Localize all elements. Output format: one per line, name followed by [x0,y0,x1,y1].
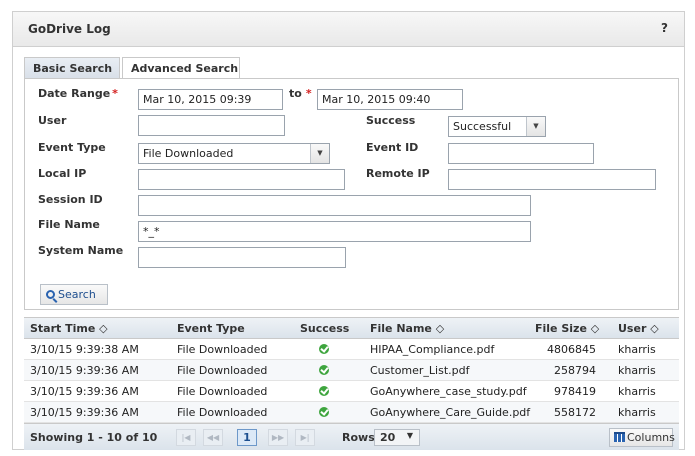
prev-page-button[interactable]: ◀◀ [203,429,223,446]
date-to-field[interactable]: Mar 10, 2015 09:40 [317,89,463,110]
local-ip-label: Local IP [38,167,87,180]
cell-user: kharris [618,343,656,356]
success-select[interactable]: Successful ▼ [448,116,546,137]
columns-icon [614,432,625,442]
tab-advanced-search[interactable]: Advanced Search [122,57,240,80]
file-name-field[interactable]: *_* [138,221,531,242]
cell-event-type: File Downloaded [177,406,268,419]
cell-file-size: 258794 [554,364,596,377]
to-label: to * [289,87,312,100]
local-ip-field[interactable] [138,169,345,190]
table-header: Start Time ◇ Event Type Success File Nam… [24,317,679,339]
column-success: Success [300,322,350,335]
file-name-label: File Name [38,218,100,231]
check-circle-icon [319,344,329,354]
chevron-down-icon: ▼ [310,144,329,163]
event-id-label: Event ID [366,141,419,154]
columns-button-label: Columns [627,431,675,444]
current-page-button[interactable]: 1 [237,429,257,446]
table-body: 3/10/15 9:39:38 AM File Downloaded HIPAA… [24,339,679,423]
table-row[interactable]: 3/10/15 9:39:38 AM File Downloaded HIPAA… [24,339,679,360]
panel-body: Basic Search Advanced Search Date Range *… [12,11,685,450]
check-circle-icon [319,386,329,396]
search-button-label: Search [58,288,96,301]
cell-event-type: File Downloaded [177,385,268,398]
pagination-bar: Showing 1 - 10 of 10 |◀ ◀◀ 1 ▶▶ ▶| Rows … [24,423,679,450]
table-row[interactable]: 3/10/15 9:39:36 AM File Downloaded Custo… [24,360,679,381]
system-name-field[interactable] [138,247,346,268]
rows-label: Rows [342,431,375,444]
rows-per-page-select[interactable]: 20 ▼ [374,429,420,446]
cell-file-name: Customer_List.pdf [370,364,470,377]
success-select-value: Successful [453,120,512,133]
system-name-label: System Name [38,244,124,257]
user-field[interactable] [138,115,285,136]
cell-start-time: 3/10/15 9:39:36 AM [30,364,139,377]
event-type-label: Event Type [38,141,106,154]
cell-event-type: File Downloaded [177,343,268,356]
cell-user: kharris [618,406,656,419]
check-circle-icon [319,407,329,417]
event-type-select-value: File Downloaded [143,147,234,160]
remote-ip-label: Remote IP [366,167,430,180]
log-table: Start Time ◇ Event Type Success File Nam… [24,317,679,450]
magnifier-icon [46,290,55,299]
cell-user: kharris [618,364,656,377]
date-from-field[interactable]: Mar 10, 2015 09:39 [138,89,283,110]
table-row[interactable]: 3/10/15 9:39:36 AM File Downloaded GoAny… [24,402,679,423]
advanced-search-form: Date Range * Mar 10, 2015 09:39 to * Mar 1… [24,78,679,310]
cell-file-size: 978419 [554,385,596,398]
session-id-label: Session ID [38,193,103,206]
rows-per-page-value: 20 [380,431,396,444]
search-button[interactable]: Search [40,284,108,305]
check-circle-icon [319,365,329,375]
cell-event-type: File Downloaded [177,364,268,377]
column-event-type: Event Type [177,322,245,335]
cell-start-time: 3/10/15 9:39:36 AM [30,406,139,419]
showing-count: Showing 1 - 10 of 10 [30,431,158,444]
column-start-time[interactable]: Start Time ◇ [30,322,108,335]
table-row[interactable]: 3/10/15 9:39:36 AM File Downloaded GoAny… [24,381,679,402]
chevron-down-icon: ▼ [526,117,545,136]
column-file-size[interactable]: File Size ◇ [535,322,599,335]
cell-file-size: 558172 [554,406,596,419]
success-label: Success [366,114,416,127]
user-label: User [38,114,67,127]
cell-start-time: 3/10/15 9:39:36 AM [30,385,139,398]
cell-file-name: HIPAA_Compliance.pdf [370,343,495,356]
column-user[interactable]: User ◇ [618,322,659,335]
event-id-field[interactable] [448,143,594,164]
tab-basic-search[interactable]: Basic Search [24,57,120,79]
next-page-button[interactable]: ▶▶ [268,429,288,446]
cell-user: kharris [618,385,656,398]
cell-start-time: 3/10/15 9:39:38 AM [30,343,139,356]
cell-file-name: GoAnywhere_case_study.pdf [370,385,527,398]
cell-file-size: 4806845 [547,343,596,356]
columns-button[interactable]: Columns [609,428,675,447]
chevron-down-icon: ▼ [406,431,413,440]
last-page-button[interactable]: ▶| [295,429,315,446]
column-file-name[interactable]: File Name ◇ [370,322,444,335]
cell-file-name: GoAnywhere_Care_Guide.pdf [370,406,531,419]
event-type-select[interactable]: File Downloaded ▼ [138,143,330,164]
remote-ip-field[interactable] [448,169,656,190]
session-id-field[interactable] [138,195,531,216]
date-range-label: Date Range * [38,87,118,100]
first-page-button[interactable]: |◀ [176,429,196,446]
